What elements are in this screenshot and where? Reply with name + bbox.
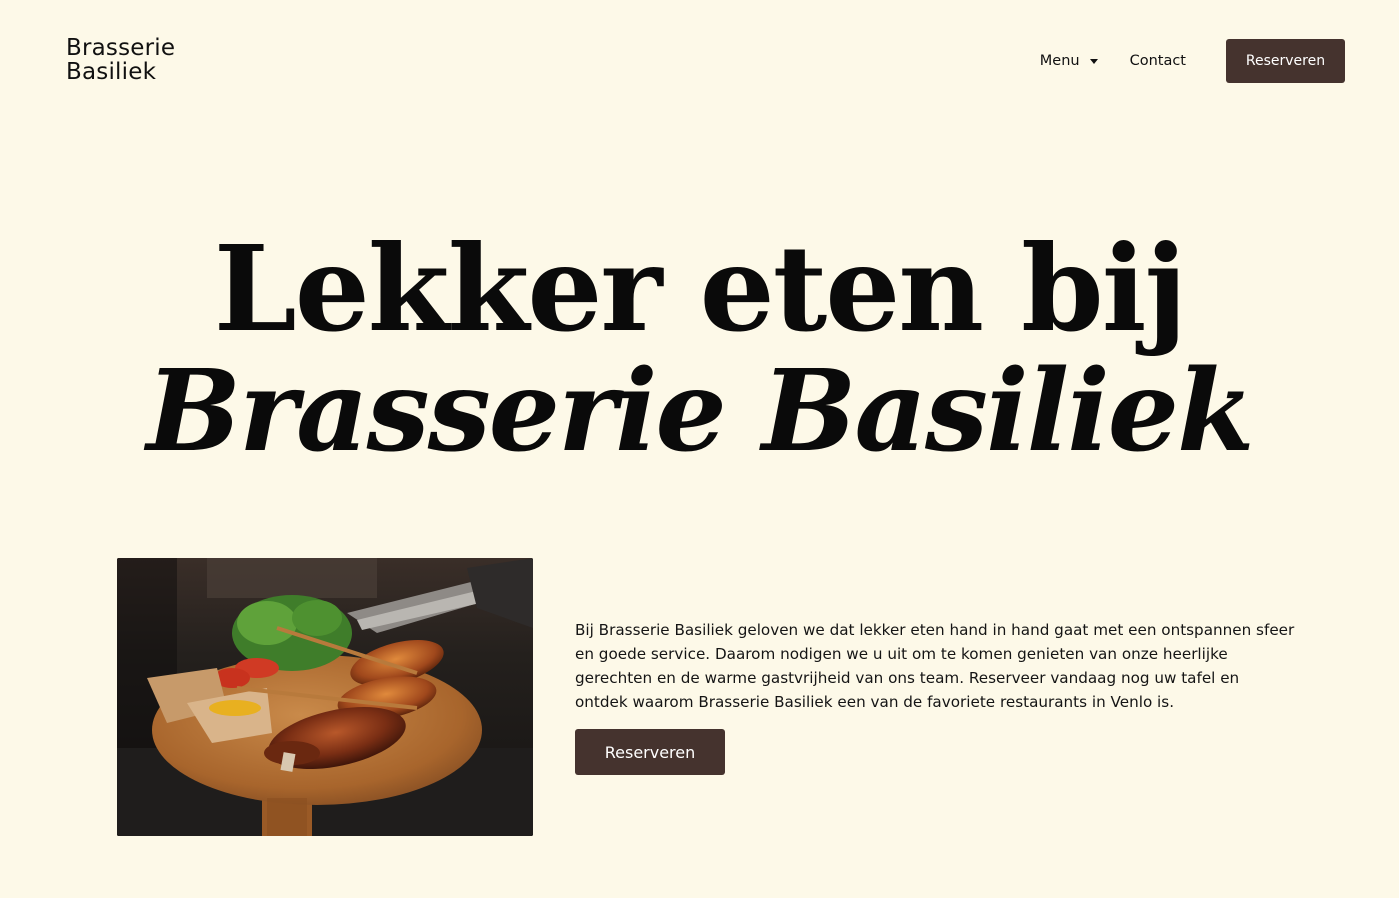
chevron-down-icon <box>1089 58 1098 64</box>
nav-menu-label: Menu <box>1039 53 1080 69</box>
intro-paragraph: Bij Brasserie Basiliek geloven we dat le… <box>575 621 1295 711</box>
hero-title-line-2: Brasserie Basiliek <box>146 346 1254 477</box>
logo-line-2: Basiliek <box>66 59 157 85</box>
nav-contact-link[interactable]: Contact <box>1130 53 1186 69</box>
hero-title-line-1: Lekker eten bij <box>213 219 1187 358</box>
nav-menu-dropdown[interactable]: Menu <box>1040 53 1098 69</box>
reserve-cta-label: Reserveren <box>604 742 696 762</box>
hero-title: Lekker eten bij Brasserie Basiliek <box>0 226 1399 472</box>
nav-reserve-button[interactable]: Reserveren <box>1226 39 1345 83</box>
nav-reserve-label: Reserveren <box>1245 53 1326 69</box>
main-nav: Menu Contact Reserveren <box>1040 39 1345 83</box>
logo-line-1: Brasserie <box>66 35 176 61</box>
food-platter-photo <box>117 558 533 836</box>
site-logo[interactable]: Brasserie Basiliek <box>66 36 175 84</box>
nav-contact-label: Contact <box>1129 53 1186 69</box>
reserve-cta-button[interactable]: Reserveren <box>575 729 725 775</box>
